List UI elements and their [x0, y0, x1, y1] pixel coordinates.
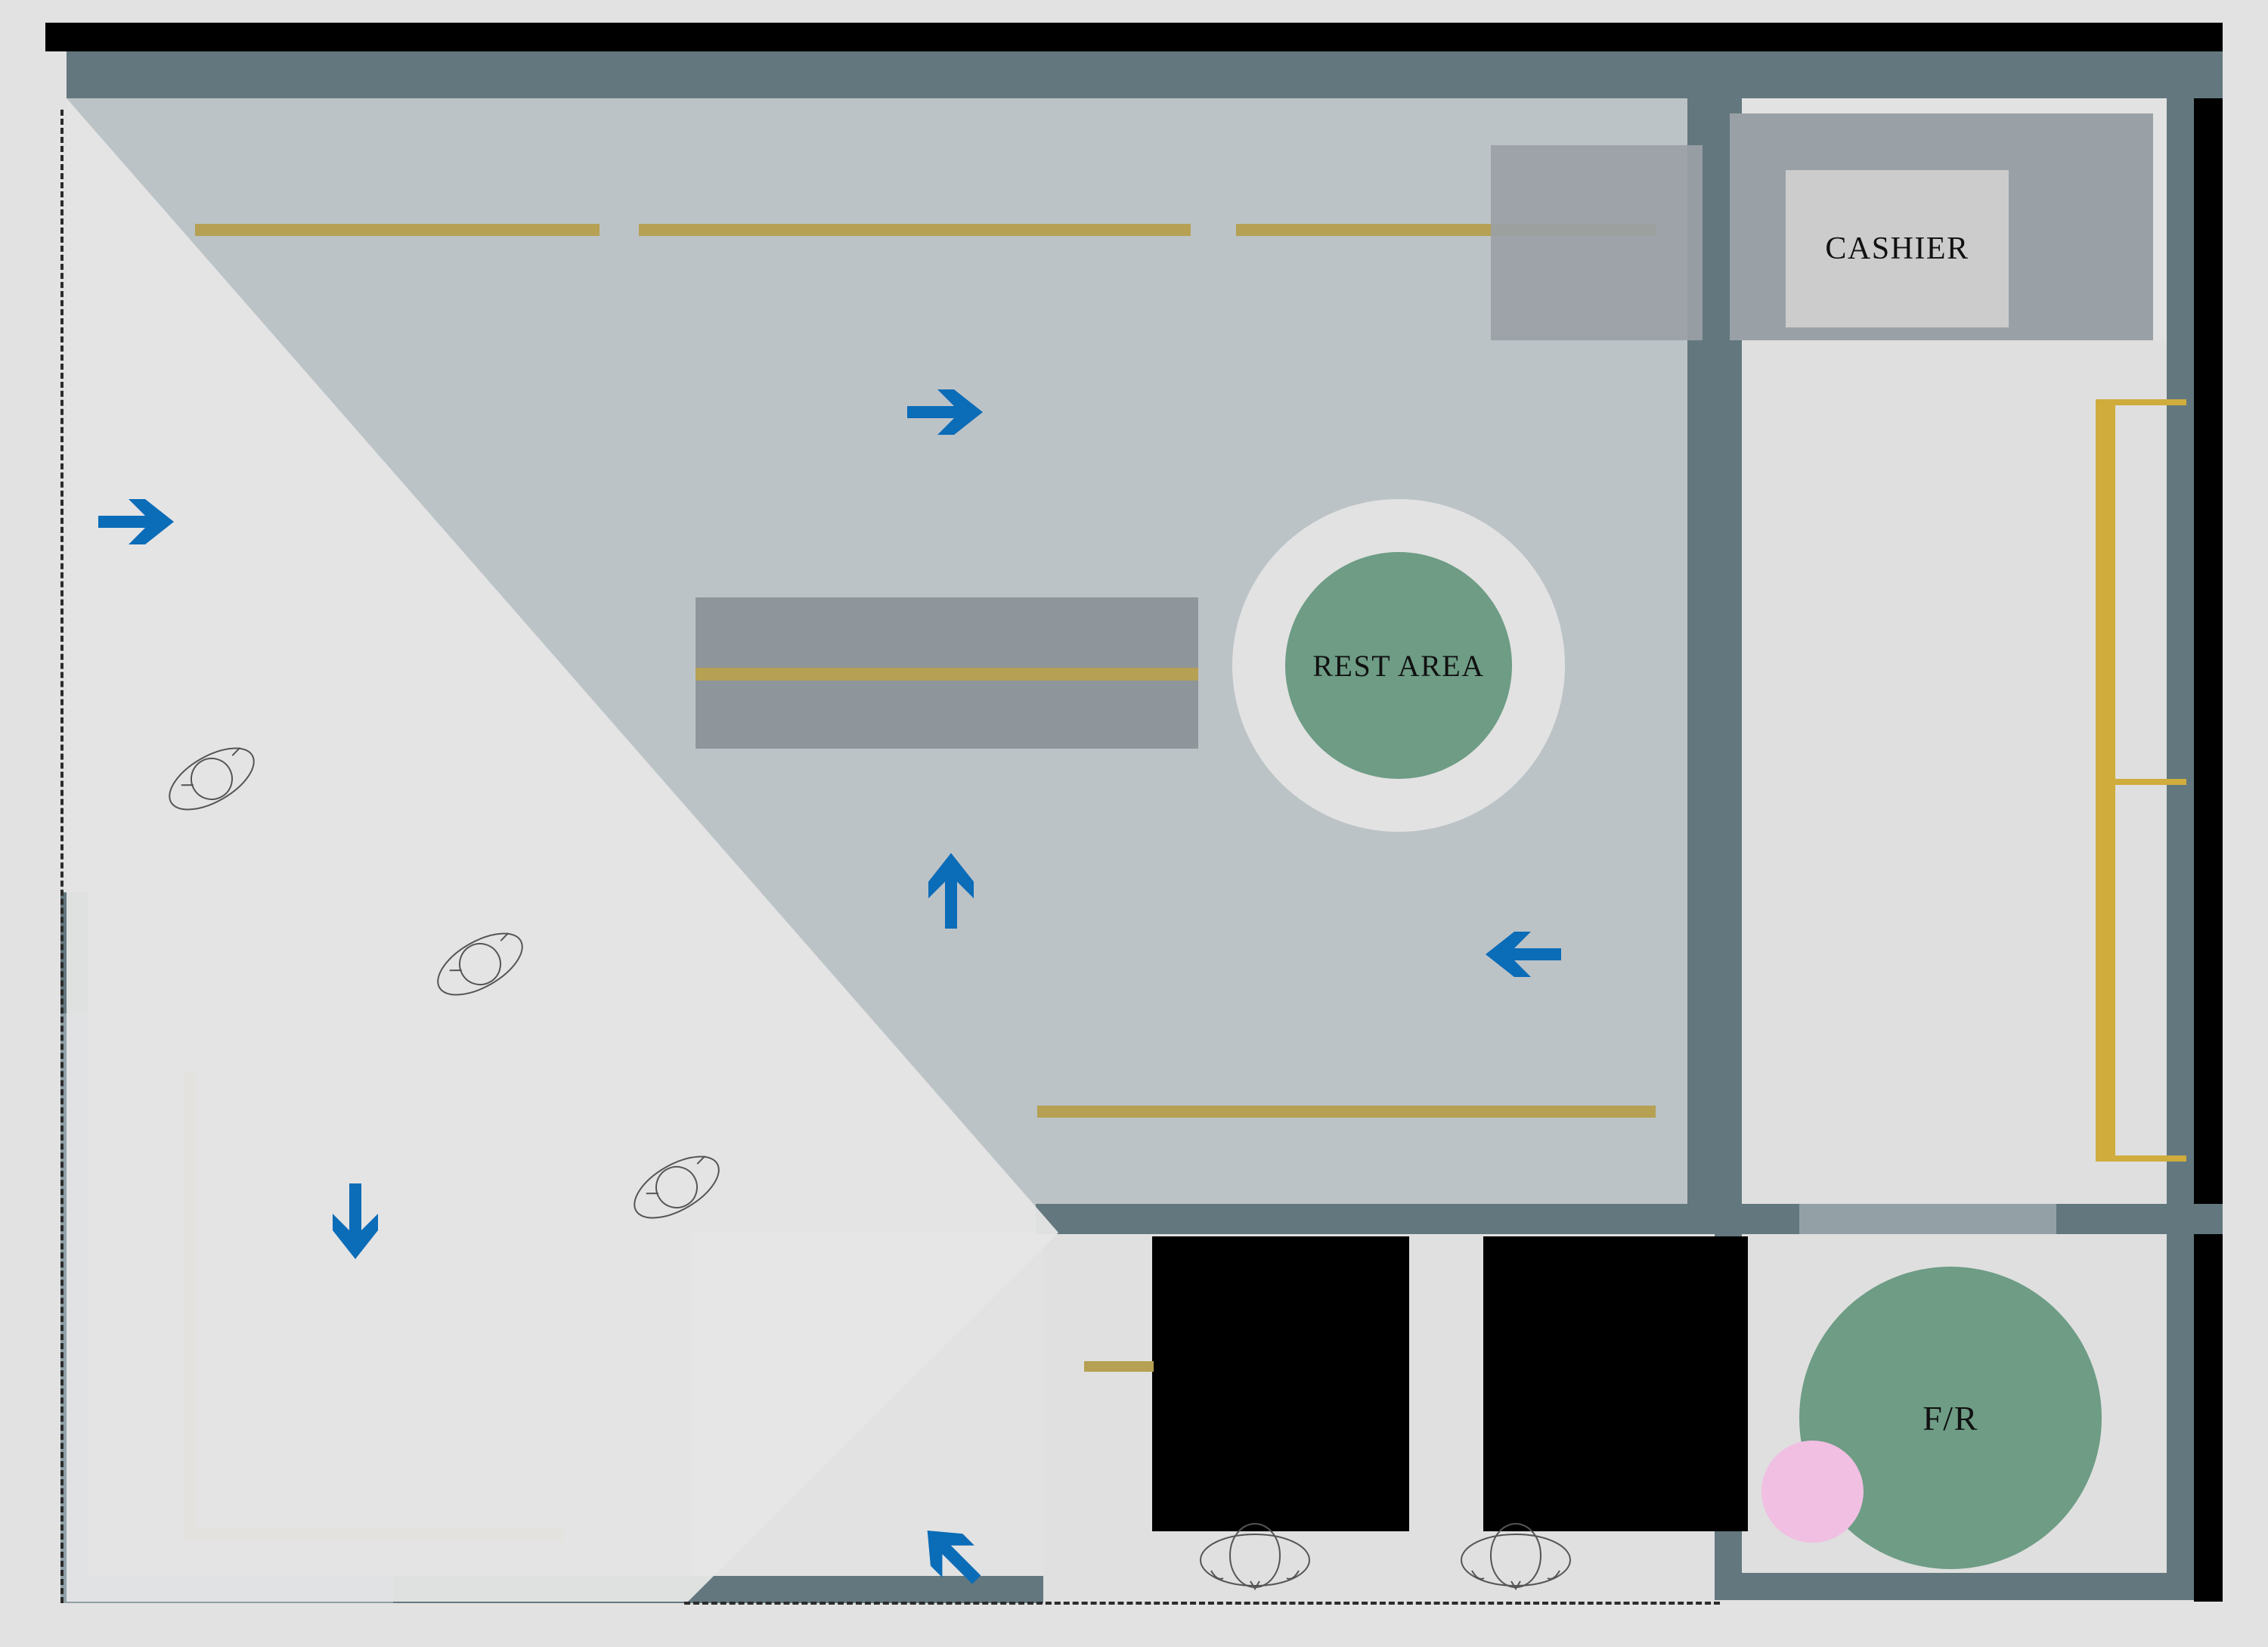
floor-plan-canvas: REST AREA CASHIER F/R [0, 0, 2268, 1647]
boundary-dashed-bottom [684, 1602, 1720, 1605]
building-outline-top [45, 23, 2223, 51]
shelf-bracket-mid [2096, 779, 2186, 785]
arrow-entrance-in [916, 1511, 992, 1587]
arrow-stock-down [325, 1183, 386, 1267]
shelf-bracket-bottom [2096, 1155, 2186, 1162]
wall-fixture-lower [1037, 1106, 1656, 1118]
wall-top-main [67, 51, 1715, 98]
arrow-entry-west [98, 492, 181, 552]
cashier-label: CASHIER [1825, 231, 1969, 266]
boundary-dashed-left [60, 110, 64, 1603]
arrow-return-west [1478, 924, 1561, 985]
display-window-left [1152, 1236, 1409, 1531]
building-outline-right [2194, 23, 2223, 1602]
display-island-gold-band [696, 668, 1198, 681]
fitting-room-label: F/R [1923, 1398, 1978, 1438]
arrow-center-up [921, 845, 981, 929]
wall-left-stock-room [60, 1013, 88, 1603]
shelf-bracket-top [2096, 399, 2186, 405]
person-sketch-1 [163, 730, 261, 828]
wall-fixture-top-2 [639, 224, 1191, 236]
wall-bottom-stock-left [60, 1576, 393, 1603]
wall-opening-fitting-room [1799, 1204, 2056, 1234]
person-sketch-2 [431, 915, 529, 1013]
wall-right-fitting-room [2167, 1234, 2194, 1573]
counter-back-block [1491, 145, 1703, 340]
person-sketch-4 [1194, 1516, 1315, 1599]
arrow-north-aisle [907, 382, 990, 442]
display-window-right [1483, 1236, 1748, 1531]
stock-shelf-horizontal [184, 1529, 563, 1541]
entrance-fixture-stub [1084, 1361, 1154, 1372]
wall-right-room [2167, 51, 2194, 1255]
wall-bottom-fitting-room [1715, 1573, 2194, 1600]
person-sketch-5 [1455, 1516, 1576, 1599]
wall-top-cashier [1715, 51, 2223, 98]
wall-fixture-top-1 [195, 224, 600, 236]
rest-area-label: REST AREA [1312, 648, 1485, 683]
wall-bottom-main [1036, 1204, 1715, 1234]
stock-room-floor [88, 892, 692, 1603]
person-sketch-3 [627, 1138, 726, 1236]
stock-shelf-vertical [184, 1072, 196, 1541]
